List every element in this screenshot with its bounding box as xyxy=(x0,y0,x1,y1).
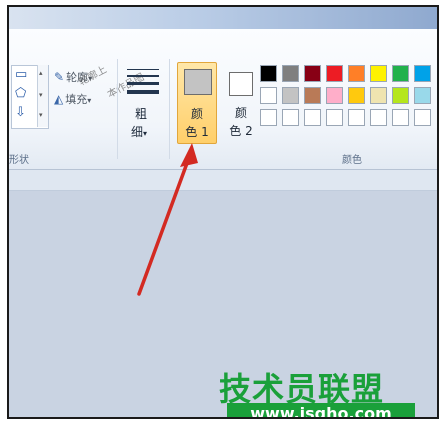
paint-window: ▭ ⬠ ⇩ ▴ ▾ ▾ ✎轮廓▾ ◭填充▾ 轮廓上 本作品图 形状 粗 细▾ xyxy=(7,5,439,419)
arrow-head xyxy=(180,143,198,167)
watermark-url: www.jsgho.com xyxy=(227,403,415,417)
arrow-shaft xyxy=(137,153,192,296)
annotation-arrow xyxy=(137,143,198,296)
